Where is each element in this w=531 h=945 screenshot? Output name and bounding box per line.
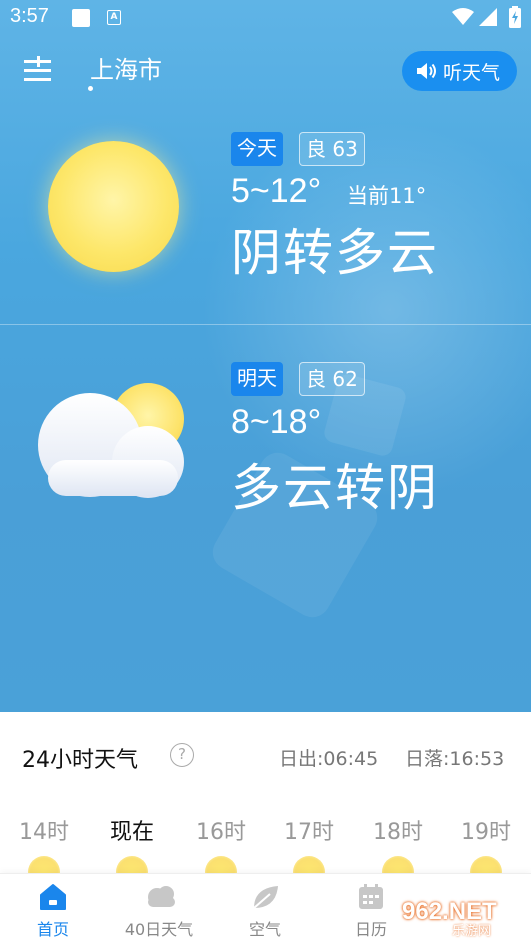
tomorrow-condition: 多云转阴 xyxy=(231,459,439,517)
wifi-icon xyxy=(452,8,474,25)
help-icon[interactable]: ? xyxy=(170,743,194,767)
day-divider xyxy=(0,324,531,325)
nav-home[interactable]: 首页 xyxy=(3,880,103,940)
city-manage-button[interactable] xyxy=(24,56,56,86)
sunrise-time: 日出:06:45 xyxy=(279,748,379,770)
nav-air[interactable]: 空气 xyxy=(215,880,315,940)
tomorrow-temp-range: 8~18° xyxy=(231,403,322,441)
today-condition: 阴转多云 xyxy=(231,224,439,282)
app-notification-icon: A xyxy=(107,10,121,25)
status-bar: 3:57 A xyxy=(0,0,531,36)
today-aqi-badge[interactable]: 良 63 xyxy=(299,132,365,166)
leaf-icon xyxy=(253,886,278,909)
notification-icon xyxy=(72,9,90,27)
listen-weather-label: 听天气 xyxy=(443,61,501,84)
status-time: 3:57 xyxy=(10,5,49,27)
listen-weather-button[interactable]: 听天气 xyxy=(402,51,517,91)
hour-label: 14时 xyxy=(19,820,69,845)
hour-label: 17时 xyxy=(284,820,334,845)
hour-label: 16时 xyxy=(196,820,246,845)
speaker-icon xyxy=(417,63,436,79)
hourly-title: 24小时天气 xyxy=(22,748,138,773)
today-badge: 今天 xyxy=(231,132,283,166)
site-watermark: 962.NET 乐游网 xyxy=(402,896,526,939)
tomorrow-aqi-badge[interactable]: 良 62 xyxy=(299,362,365,396)
battery-icon xyxy=(509,6,521,28)
home-icon xyxy=(40,884,66,910)
today-temp-range: 5~12° xyxy=(231,172,322,210)
hour-label: 19时 xyxy=(461,820,511,845)
nav-label: 40日天气 xyxy=(124,920,194,939)
sunset-time: 日落:16:53 xyxy=(405,748,505,770)
partly-cloudy-icon xyxy=(38,393,184,498)
nav-40day[interactable]: 40日天气 xyxy=(109,880,209,940)
cloud-icon xyxy=(148,886,175,907)
signal-icon xyxy=(479,8,497,26)
tomorrow-badge: 明天 xyxy=(231,362,283,396)
hourly-panel xyxy=(0,712,531,872)
menu-icon xyxy=(24,56,51,81)
hour-label: 18时 xyxy=(373,820,423,845)
calendar-icon xyxy=(359,884,383,909)
city-name[interactable]: 上海市 xyxy=(90,50,162,85)
watermark-sub: 乐游网 xyxy=(452,924,492,939)
page-indicator-dot xyxy=(88,86,93,91)
today-current-temp: 当前11° xyxy=(347,184,427,208)
sun-icon xyxy=(48,141,179,272)
nav-label: 空气 xyxy=(248,920,281,939)
hour-label-now: 现在 xyxy=(109,820,154,845)
nav-label: 首页 xyxy=(36,920,69,939)
weather-hero xyxy=(0,0,531,712)
